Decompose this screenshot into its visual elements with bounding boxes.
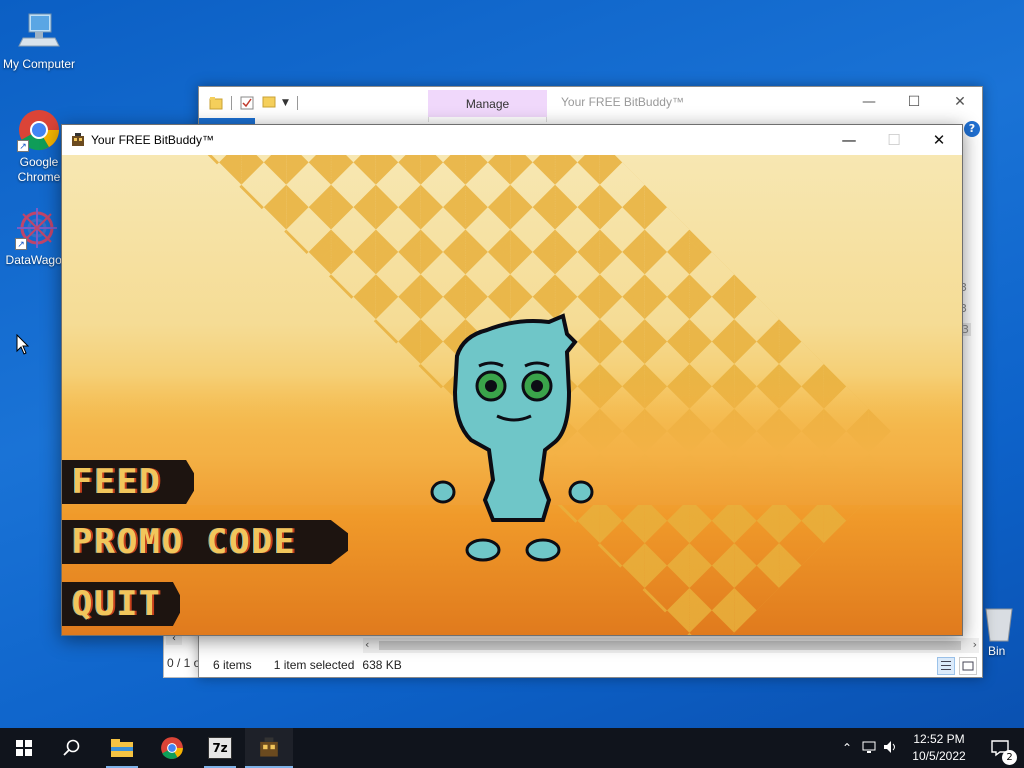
clock-date: 10/5/2022 [912,749,966,763]
promo-code-label: PROMO CODE [72,522,297,562]
ribbon-tab-indicator [428,117,547,122]
system-tray: ⌃ [838,728,899,768]
computer-icon [17,10,61,54]
windows-start-icon [16,740,32,756]
desktop-icon-my-computer[interactable]: My Computer [1,10,77,72]
explorer-titlebar[interactable]: ▼ Manage Your FREE BitBuddy™ — ☐ ✕ [199,87,982,117]
clock[interactable]: 12:52 PM 10/5/2022 [903,731,975,765]
details-view-icon [941,661,951,670]
datawagon-icon: ↗ [15,206,59,250]
help-icon[interactable]: ? [964,121,980,137]
action-center-button[interactable]: 2 [976,728,1024,768]
bitbuddy-window[interactable]: Your FREE BitBuddy™ — ☐ ✕ FEED PROMO COD… [61,124,963,636]
minimize-icon: — [841,131,857,149]
maximize-icon: ☐ [907,94,921,110]
taskbar: 7z ⌃ 12:52 PM 10/5/2022 2 [0,728,1024,768]
toolbar-separator [231,95,232,110]
chrome-icon: ↗ [17,108,61,152]
bitbuddy-left-foot [465,538,501,562]
clock-time: 12:52 PM [913,732,965,746]
notification-count-badge: 2 [1002,750,1017,765]
chrome-icon [161,737,183,759]
shortcut-arrow-icon: ↗ [15,238,27,250]
properties-icon[interactable] [240,96,254,110]
minimize-icon: — [862,94,876,110]
recycle-bin-icon [978,603,1018,643]
shortcut-arrow-icon: ↗ [17,140,29,152]
scroll-right-arrow-icon[interactable]: › [973,638,977,651]
bitbuddy-right-hand [568,480,594,504]
minimize-button[interactable]: — [826,125,872,155]
bitbuddy-right-foot [525,538,561,562]
close-icon: ✕ [954,94,966,110]
file-explorer-icon [111,739,133,757]
horizontal-scrollbar[interactable]: ‹ › [363,638,979,653]
new-folder-icon[interactable] [262,94,276,111]
large-icons-view-button[interactable] [959,657,977,675]
background-explorer-fragment[interactable]: ‹ 0 / 1 o [163,630,201,678]
scrollbar-thumb[interactable] [379,641,961,650]
network-icon[interactable] [862,740,878,757]
large-icons-view-icon [962,661,974,671]
maximize-icon: ☐ [887,131,901,149]
minimize-button[interactable]: — [846,87,892,117]
folder-icon [209,96,223,109]
close-icon: ✕ [932,131,946,149]
details-view-button[interactable] [937,657,955,675]
mouse-cursor-icon [16,334,30,355]
status-fragment: 0 / 1 o [167,656,201,670]
maximize-button: ☐ [871,125,917,155]
close-button[interactable]: ✕ [916,125,962,155]
quit-label: QUIT [72,584,162,624]
close-button[interactable]: ✕ [937,87,983,117]
desktop-icon-label: My Computer [2,57,76,71]
game-canvas[interactable]: FEED PROMO CODE QUIT [62,155,962,635]
search-button[interactable] [48,728,96,768]
start-button[interactable] [0,728,48,768]
taskbar-bitbuddy[interactable] [245,728,293,768]
taskbar-chrome[interactable] [148,728,196,768]
show-hidden-icons-chevron-icon[interactable]: ⌃ [838,741,856,755]
feed-label: FEED [72,462,162,502]
quit-button[interactable]: QUIT [62,582,180,626]
status-bar: 6 items 1 item selected 638 KB [199,653,982,677]
bitbuddy-title: Your FREE BitBuddy™ [91,133,214,147]
quick-access-toolbar: ▼ [209,94,298,111]
desktop-icon-label: Bin [988,644,1006,658]
status-selection: 1 item selected [273,658,355,672]
bitbuddy-character[interactable] [427,312,597,562]
explorer-title: Your FREE BitBuddy™ [561,95,684,109]
feed-button[interactable]: FEED [62,460,194,504]
status-item-count: 6 items [213,658,252,672]
promo-code-button[interactable]: PROMO CODE [62,520,348,564]
desktop-icon-label: DataWagon [5,253,69,267]
toolbar-separator [296,95,298,110]
maximize-button[interactable]: ☐ [891,87,937,117]
taskbar-file-explorer[interactable] [98,728,146,768]
taskbar-7zip[interactable]: 7z [196,728,244,768]
bitbuddy-icon [260,737,278,757]
bitbuddy-body [452,313,578,522]
7zip-icon: 7z [208,737,232,759]
bitbuddy-app-icon [72,133,84,146]
volume-icon[interactable] [883,740,899,757]
search-icon [63,739,80,756]
desktop-icon-label: Google Chrome [17,155,61,184]
status-size: 638 KB [362,658,402,672]
tab-manage[interactable]: Manage [428,90,547,117]
bitbuddy-left-hand [430,480,456,504]
bitbuddy-titlebar[interactable]: Your FREE BitBuddy™ — ☐ ✕ [62,125,962,155]
scroll-left-arrow-icon[interactable]: ‹ [365,638,369,651]
customize-toolbar-dropdown-icon[interactable]: ▼ [282,98,289,108]
